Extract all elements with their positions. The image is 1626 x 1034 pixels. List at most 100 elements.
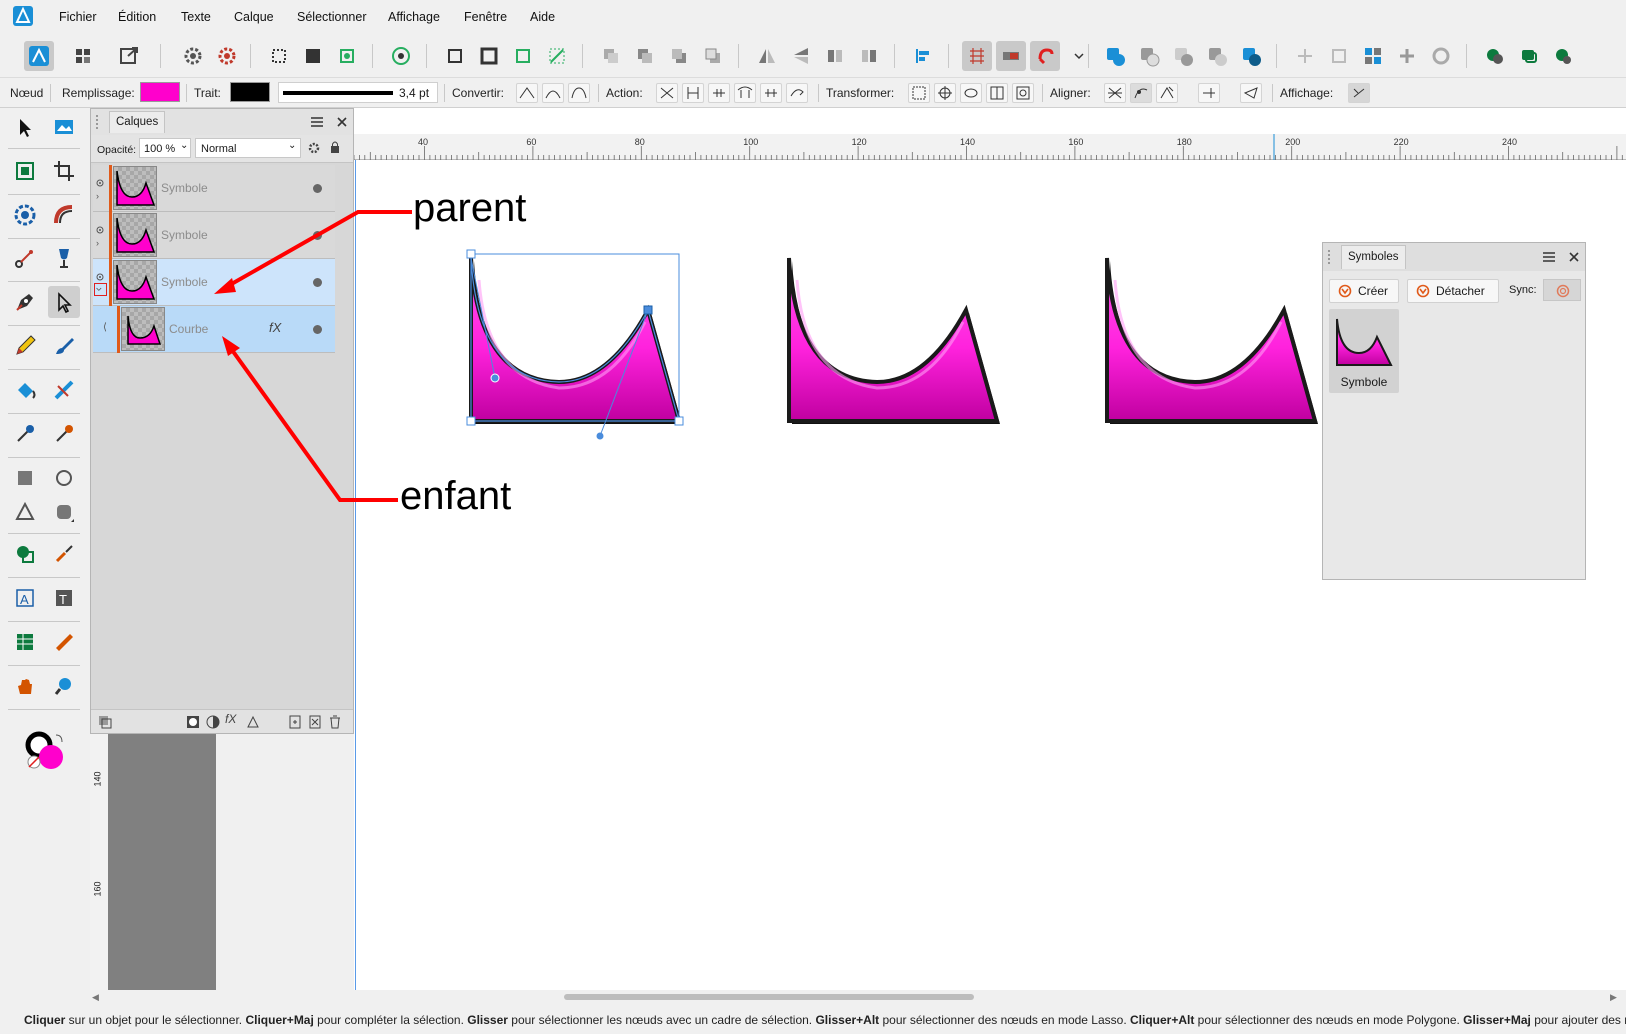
- fx-badge[interactable]: fX: [269, 320, 281, 335]
- export-persona-icon[interactable]: [114, 41, 144, 71]
- create-symbol-button[interactable]: Créer: [1329, 279, 1399, 303]
- convert-smart-icon[interactable]: [568, 83, 590, 103]
- color-swatches-widget[interactable]: [24, 730, 68, 774]
- rotate-icon[interactable]: [1426, 41, 1456, 71]
- align-nodes-icon[interactable]: [1104, 83, 1126, 103]
- menu-edition[interactable]: Édition: [118, 10, 156, 24]
- show-handles-icon[interactable]: [1348, 83, 1370, 103]
- designer-persona-icon[interactable]: [24, 41, 54, 71]
- boolean-xor-icon[interactable]: [1202, 41, 1232, 71]
- transform-box-icon[interactable]: [908, 83, 930, 103]
- adjustment-icon[interactable]: [205, 714, 221, 730]
- distribute-icon[interactable]: [1392, 41, 1422, 71]
- layer-visibility-dot[interactable]: [313, 278, 322, 287]
- scroll-left-icon[interactable]: ◀: [92, 992, 99, 1003]
- preferences-icon[interactable]: [1548, 41, 1578, 71]
- settings-gear-icon[interactable]: [178, 41, 208, 71]
- break-curve-icon[interactable]: [656, 83, 678, 103]
- scroll-right-icon[interactable]: ▶: [1610, 992, 1617, 1003]
- rectangle-tool-icon[interactable]: [9, 462, 41, 494]
- collapse-chevron-down-icon[interactable]: [94, 283, 107, 296]
- crop-tool-icon[interactable]: [48, 155, 80, 187]
- split-curve-icon[interactable]: [786, 83, 808, 103]
- convert-smooth-icon[interactable]: [542, 83, 564, 103]
- tab-calques[interactable]: Calques: [109, 111, 166, 133]
- blend-mode-select[interactable]: Normal ⌄: [195, 138, 301, 158]
- select-all-icon[interactable]: [298, 41, 328, 71]
- node-handle[interactable]: [466, 249, 476, 259]
- scrollbar-thumb[interactable]: [564, 994, 974, 1000]
- opacity-field[interactable]: 100 % ⌄: [139, 138, 191, 158]
- expand-chevron-right-icon[interactable]: ›: [96, 191, 99, 201]
- snap-toggle-icon[interactable]: [996, 41, 1026, 71]
- group-layers-icon[interactable]: [307, 714, 323, 730]
- snapping-dropdown-chevron-down-icon[interactable]: [1064, 41, 1084, 71]
- snapping-magnet-icon[interactable]: [1030, 41, 1060, 71]
- node-handle-selected[interactable]: [643, 305, 653, 315]
- align-handles-icon[interactable]: [1156, 83, 1178, 103]
- select-group-icon[interactable]: [474, 41, 504, 71]
- arrange-forward-icon[interactable]: [664, 41, 694, 71]
- zoom-tool-icon[interactable]: [48, 670, 80, 702]
- fill-tool-icon[interactable]: [9, 199, 41, 231]
- pencil-tool-icon[interactable]: [9, 330, 41, 362]
- arrange-back-icon[interactable]: [596, 41, 626, 71]
- node-handle[interactable]: [466, 416, 476, 426]
- symbol-item[interactable]: Symbole: [1329, 309, 1399, 393]
- triangle-tool-icon[interactable]: [9, 496, 41, 528]
- flip-vertical-icon[interactable]: [786, 41, 816, 71]
- frame-text-tool-icon[interactable]: A: [9, 582, 41, 614]
- transparency-tool-icon[interactable]: [48, 374, 80, 406]
- menu-aide[interactable]: Aide: [530, 10, 555, 24]
- drag-handle-icon[interactable]: [96, 115, 102, 129]
- align-icon[interactable]: [908, 41, 938, 71]
- insert-top-icon[interactable]: [1358, 41, 1388, 71]
- layer-row-symbol-1[interactable]: › Symbole: [93, 165, 335, 212]
- artboard-select-tool-icon[interactable]: [9, 155, 41, 187]
- node-tool-icon[interactable]: [48, 286, 80, 318]
- visibility-eye-icon[interactable]: [95, 177, 105, 187]
- layer-visibility-dot[interactable]: [313, 231, 322, 240]
- align-mirror-icon[interactable]: [1240, 83, 1262, 103]
- snap-grid-icon[interactable]: [962, 41, 992, 71]
- transform-skew-icon[interactable]: [1012, 83, 1034, 103]
- transform-origin-icon[interactable]: [934, 83, 956, 103]
- arrange-layers-icon[interactable]: [1480, 41, 1510, 71]
- pen-tool-icon[interactable]: [9, 286, 41, 318]
- arrange-backward-icon[interactable]: [630, 41, 660, 71]
- symbol-instance-selected[interactable]: [466, 249, 684, 440]
- boolean-intersect-icon[interactable]: [1168, 41, 1198, 71]
- layer-row-curve-child[interactable]: ⟨ Courbe fX: [93, 306, 335, 353]
- snapping-gear-icon[interactable]: [212, 41, 242, 71]
- menu-calque[interactable]: Calque: [234, 10, 274, 24]
- select-similar-icon[interactable]: [332, 41, 362, 71]
- table-tool-icon[interactable]: [9, 626, 41, 658]
- measure-tool-icon[interactable]: [48, 626, 80, 658]
- arrange-front-icon[interactable]: [698, 41, 728, 71]
- rotate-left-icon[interactable]: [820, 41, 850, 71]
- fill-bucket-tool-icon[interactable]: [9, 374, 41, 406]
- control-handle[interactable]: [596, 432, 604, 440]
- layer-settings-gear-icon[interactable]: [307, 141, 321, 155]
- delete-layer-trash-icon[interactable]: [327, 714, 343, 730]
- gradient-tool-icon[interactable]: [48, 199, 80, 231]
- lock-icon[interactable]: [329, 140, 341, 154]
- layer-modes-icon[interactable]: [97, 714, 113, 730]
- control-handle[interactable]: [490, 373, 500, 383]
- join-curves-icon[interactable]: [734, 83, 756, 103]
- hand-tool-icon[interactable]: [9, 670, 41, 702]
- ellipse-tool-icon[interactable]: [48, 462, 80, 494]
- fill-color-swatch[interactable]: [140, 82, 180, 102]
- wine-glass-tool-icon[interactable]: [48, 242, 80, 274]
- rasterize-icon[interactable]: [245, 714, 261, 730]
- node-handle[interactable]: [674, 416, 684, 426]
- isolate-icon[interactable]: [386, 41, 416, 71]
- transform-scale-icon[interactable]: [986, 83, 1008, 103]
- panel-menu-icon[interactable]: [1541, 250, 1557, 264]
- artistic-text-tool-icon[interactable]: T: [48, 582, 80, 614]
- tab-symboles[interactable]: Symboles: [1341, 245, 1406, 269]
- fx-icon[interactable]: fX: [225, 712, 241, 728]
- align-corner-icon[interactable]: [1198, 83, 1220, 103]
- assistant-icon[interactable]: [1514, 41, 1544, 71]
- pixel-persona-icon[interactable]: [68, 41, 98, 71]
